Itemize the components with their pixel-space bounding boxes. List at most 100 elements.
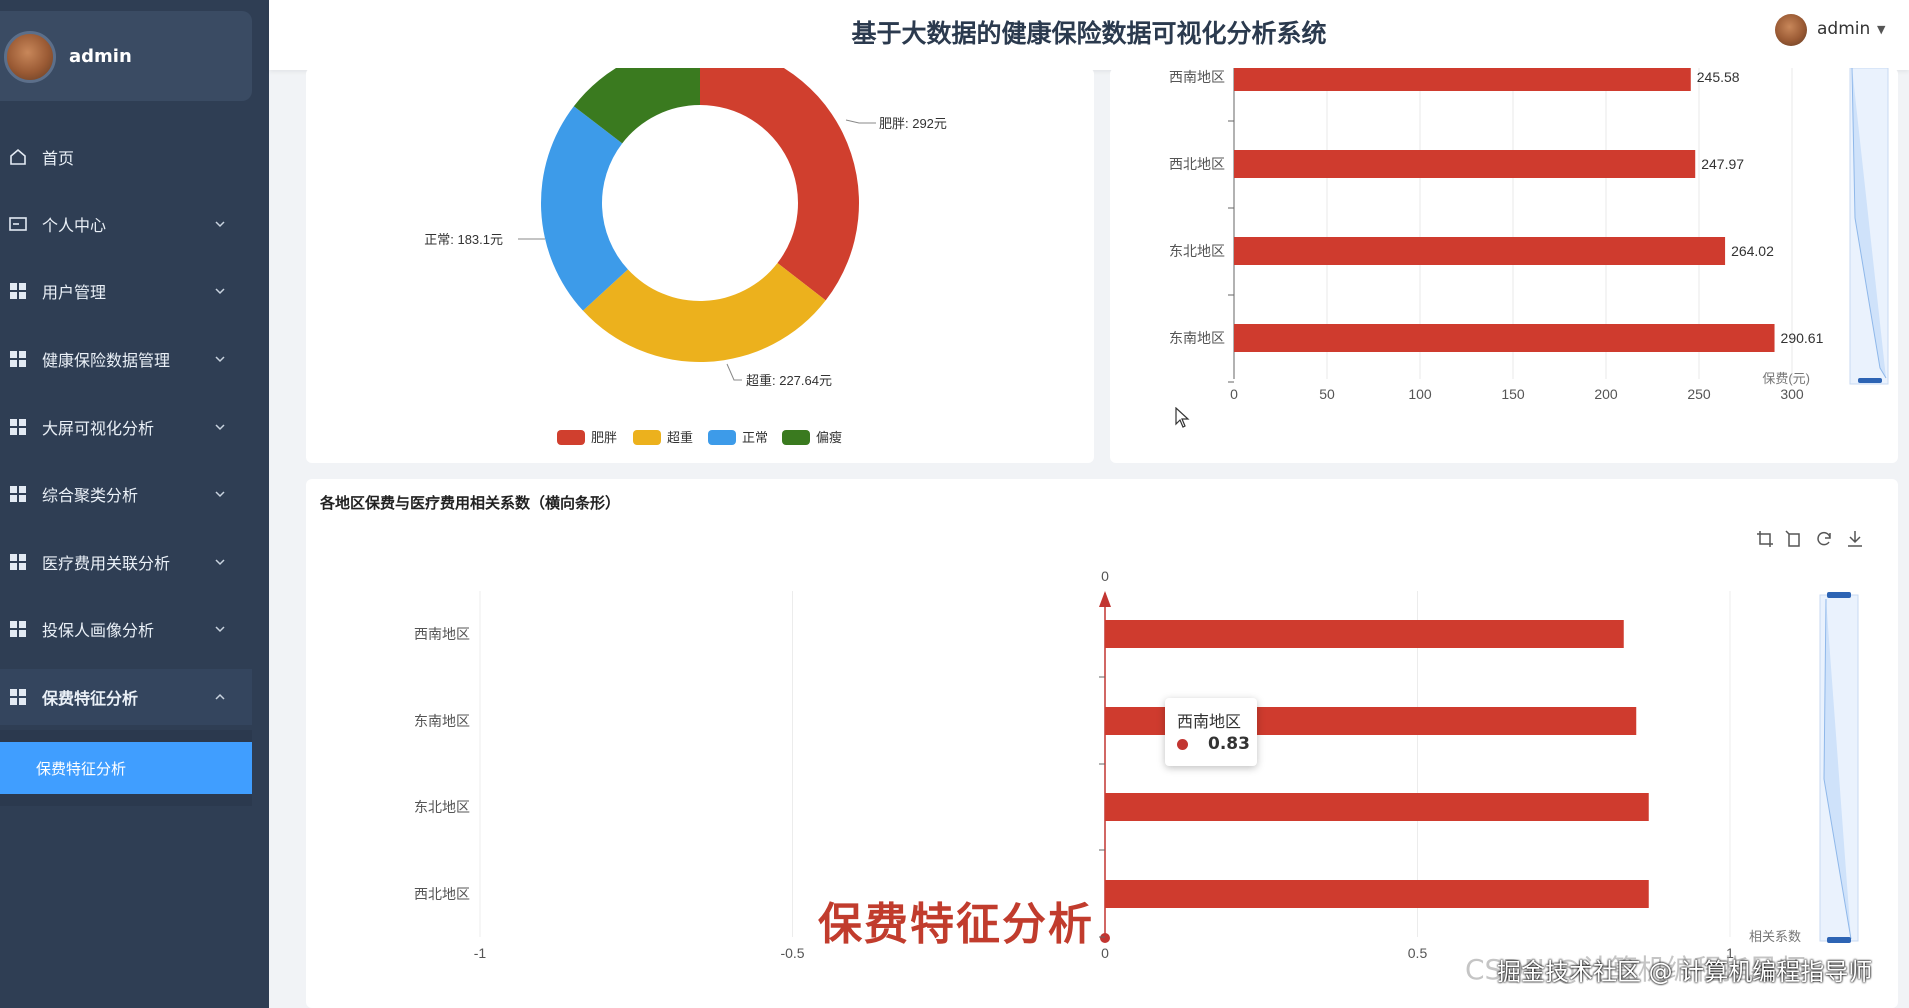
sidebar-item-home[interactable]: 首页: [0, 129, 252, 185]
chart-tooltip: 西南地区 0.83: [1165, 698, 1257, 766]
x-axis-label: 相关系数: [1749, 929, 1801, 944]
axis-origin-dot: [1100, 933, 1110, 943]
grid-icon: [9, 485, 27, 503]
top-header: 基于大数据的健康保险数据可视化分析系统 admin ▼: [269, 0, 1909, 70]
bar[interactable]: [1234, 150, 1696, 178]
profile-card-icon: [9, 215, 27, 233]
y-tick-label: 西南地区: [414, 626, 470, 642]
bar[interactable]: [1105, 793, 1649, 821]
tooltip-category: 西南地区: [1177, 712, 1242, 731]
x-tick-label: 300: [1780, 386, 1804, 402]
correlation-bar-card: 各地区保费与医疗费用相关系数（横向条形） -1 -0.5 0 0.5 1 0 相关系数 西南…: [306, 479, 1898, 1008]
home-icon: [9, 148, 27, 166]
grid-icon: [9, 350, 27, 368]
x-tick-label: 200: [1594, 386, 1618, 402]
sidebar-item-profile-analysis[interactable]: 投保人画像分析: [0, 601, 252, 657]
bar[interactable]: [1234, 63, 1691, 91]
chevron-down-icon: [214, 285, 226, 297]
caret-down-icon[interactable]: ▼: [1877, 23, 1885, 36]
chevron-down-icon: [214, 421, 226, 433]
x-tick-label: -0.5: [780, 945, 804, 961]
sidebar-item-label: 医疗费用关联分析: [42, 554, 171, 573]
grid-icon: [9, 688, 27, 706]
datazoom-handle[interactable]: [1858, 378, 1882, 383]
y-tick-label: 西南地区: [1169, 69, 1225, 85]
tooltip-series-dot: [1177, 739, 1188, 750]
x-tick-label: -1: [474, 945, 487, 961]
bar[interactable]: [1105, 880, 1649, 908]
premium-bar-chart: 0 50 100 150 200 250 300保费(元) 西南地区 245.58 西北地区 24…: [1169, 63, 1889, 402]
sidebar-item-label: 首页: [42, 149, 75, 168]
x-tick-label: 50: [1319, 386, 1335, 402]
chevron-down-icon: [214, 218, 226, 230]
sidebar-item-premium[interactable]: 保费特征分析: [0, 669, 252, 725]
sidebar-item-users[interactable]: 用户管理: [0, 263, 252, 319]
sidebar-user-card[interactable]: admin: [0, 11, 252, 101]
sidebar: admin 首页 个人中心 用户管理 健康保险数据管理 大屏可视化分析 综合聚类…: [0, 0, 269, 1008]
sidebar-item-label: 保费特征分析: [42, 689, 139, 708]
header-user-name[interactable]: admin: [1817, 19, 1870, 39]
donut-label: 正常: 183.1元: [424, 232, 503, 247]
sidebar-item-label: 用户管理: [42, 283, 107, 302]
legend-swatch[interactable]: [633, 430, 661, 445]
avatar: [4, 31, 56, 83]
datazoom-handle-bottom[interactable]: [1827, 937, 1851, 943]
axis-arrow-icon: [1099, 591, 1111, 607]
donut-chart-card: 肥胖: 292元超重: 227.64元 正常: 183.1元 肥胖 超重 正常 偏瘦: [306, 44, 1094, 463]
label-leader-line: [726, 363, 742, 381]
donut-chart: 肥胖: 292元超重: 227.64元 正常: 183.1元 肥胖 超重 正常 偏瘦: [424, 44, 947, 445]
legend-swatch[interactable]: [708, 430, 736, 445]
donut-label: 肥胖: 292元: [879, 116, 947, 131]
sidebar-item-medical-cost[interactable]: 医疗费用关联分析: [0, 534, 252, 590]
grid-icon: [9, 418, 27, 436]
top-axis-label: 0: [1101, 568, 1109, 584]
bar-value-label: 264.02: [1731, 243, 1774, 259]
sidebar-user-name: admin: [69, 46, 132, 67]
submenu-item-premium-analysis[interactable]: 保费特征分析: [0, 742, 252, 794]
x-tick-label: 0: [1101, 945, 1109, 961]
sidebar-item-profile[interactable]: 个人中心: [0, 196, 252, 252]
page-title: 基于大数据的健康保险数据可视化分析系统: [851, 19, 1327, 48]
bar[interactable]: [1234, 237, 1726, 265]
sidebar-item-insurance-data[interactable]: 健康保险数据管理: [0, 331, 252, 387]
legend-label[interactable]: 偏瘦: [816, 430, 842, 445]
overlay-caption: 保费特征分析: [818, 899, 1094, 950]
bar-value-label: 245.58: [1697, 69, 1740, 85]
y-tick-label: 东南地区: [414, 713, 470, 729]
x-tick-label: 250: [1687, 386, 1711, 402]
watermark-overlay: 掘金技术社区 @ 计算机编程指导师: [1497, 958, 1873, 986]
tooltip-value: 0.83: [1208, 734, 1250, 754]
header-avatar[interactable]: [1775, 14, 1807, 46]
y-tick-label: 西北地区: [1169, 156, 1225, 172]
donut-slice[interactable]: [583, 263, 826, 362]
grid-icon: [9, 553, 27, 571]
bar[interactable]: [1234, 324, 1775, 352]
legend-swatch[interactable]: [782, 430, 810, 445]
legend-label[interactable]: 超重: [667, 430, 693, 445]
y-tick-label: 东北地区: [414, 799, 470, 815]
bar-value-label: 290.61: [1781, 330, 1824, 346]
y-tick-label: 东北地区: [1169, 243, 1225, 259]
legend-label[interactable]: 正常: [742, 430, 768, 445]
y-tick-label: 西北地区: [414, 886, 470, 902]
chevron-down-icon: [214, 556, 226, 568]
legend-swatch[interactable]: [557, 430, 585, 445]
sidebar-item-big-screen[interactable]: 大屏可视化分析: [0, 399, 252, 455]
sidebar-item-label: 健康保险数据管理: [42, 351, 171, 370]
chevron-down-icon: [214, 488, 226, 500]
chevron-up-icon: [214, 691, 226, 703]
bar[interactable]: [1105, 620, 1624, 648]
x-tick-label: 100: [1408, 386, 1432, 402]
x-tick-label: 0: [1230, 386, 1238, 402]
sidebar-item-clustering[interactable]: 综合聚类分析: [0, 466, 252, 522]
x-tick-label: 150: [1501, 386, 1525, 402]
x-tick-label: 0.5: [1408, 945, 1428, 961]
chevron-down-icon: [214, 623, 226, 635]
label-leader-line: [845, 119, 876, 124]
donut-label: 超重: 227.64元: [746, 373, 832, 388]
datazoom-handle-top[interactable]: [1827, 592, 1851, 598]
x-axis-label: 保费(元): [1762, 371, 1810, 386]
correlation-bar-chart: -1 -0.5 0 0.5 10相关系数 西南地区东南地区东北地区西北地区: [414, 568, 1859, 961]
legend-label[interactable]: 肥胖: [591, 430, 617, 445]
sidebar-item-label: 大屏可视化分析: [42, 419, 155, 438]
